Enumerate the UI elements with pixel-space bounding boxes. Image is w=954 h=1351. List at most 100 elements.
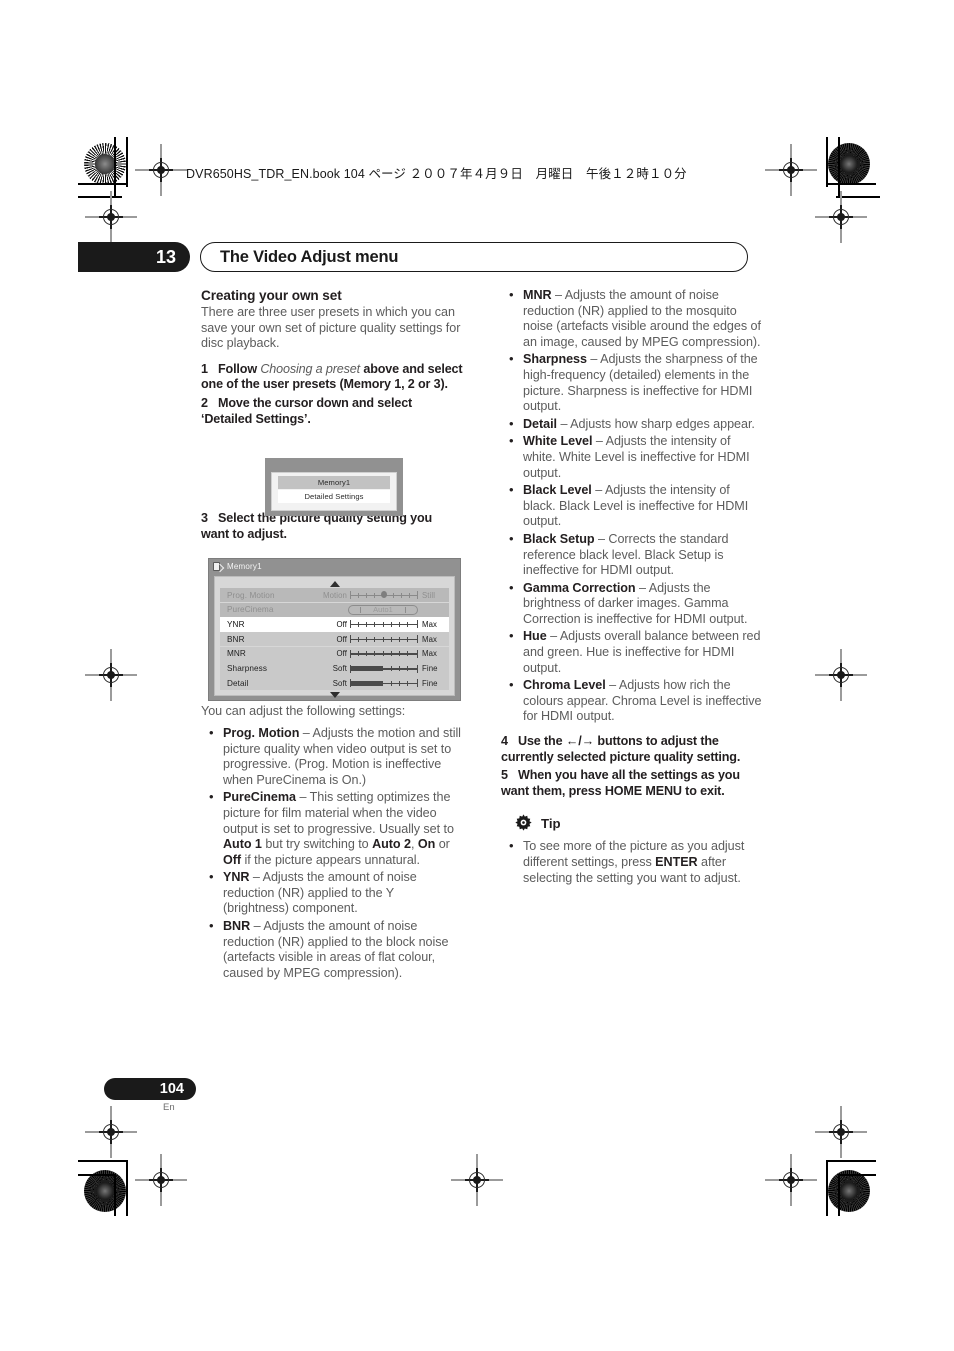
crop-mark-br-h: [826, 1160, 876, 1162]
setting-label: Sharpness: [227, 664, 268, 674]
setting-row-sharpness[interactable]: Sharpness Soft Fine: [220, 661, 449, 676]
setting-row-detail[interactable]: Detail Soft Fine: [220, 676, 449, 691]
setting-row-ynr[interactable]: YNR Off Max: [220, 617, 449, 632]
bullet-bold-auto1: Auto 1: [223, 837, 262, 852]
setting-low-label: Soft: [332, 664, 347, 674]
setting-slider[interactable]: [350, 664, 418, 674]
crop-mark-tr-h: [826, 183, 876, 185]
crop-mark-tr2-h: [836, 196, 880, 198]
settings-panel-header: Memory1: [209, 559, 460, 574]
setting-slider[interactable]: [350, 634, 418, 644]
tip-bullet-list: To see more of the picture as you adjust…: [501, 838, 763, 886]
triangle-up-icon[interactable]: [329, 580, 340, 587]
bullet-term: Detail: [523, 416, 557, 431]
step-2-text: Move the cursor down and select ‘Detaile…: [201, 395, 413, 426]
step-1-number: 1: [201, 361, 208, 376]
crop-mark-br-v: [826, 1160, 828, 1216]
tip-bullet: To see more of the picture as you adjust…: [501, 838, 763, 886]
scroll-down-row[interactable]: [220, 691, 449, 700]
bullet-bold-auto2: Auto 2: [372, 837, 411, 852]
bullet-text: Adjusts how sharp edges appear.: [570, 416, 755, 431]
figure-settings-screenshot: Memory1 Prog. Motion Motion Still PureCi…: [208, 558, 461, 701]
bullet-bold-off: Off: [223, 852, 242, 867]
crosshair-bottom-center: [451, 1154, 503, 1206]
setting-slider[interactable]: [350, 649, 418, 659]
settings-panel-body: Prog. Motion Motion Still PureCinema Aut…: [214, 576, 455, 699]
chapter-number: 13: [155, 247, 176, 267]
setting-slider[interactable]: [350, 590, 418, 600]
left-bullet-list: Prog. Motion – Adjusts the motion and st…: [201, 725, 463, 982]
page-title: The Video Adjust menu: [220, 247, 399, 266]
bullet-dash: –: [546, 629, 560, 644]
crop-mark-tl-v: [126, 137, 128, 187]
bullet-term: Prog. Motion: [223, 725, 300, 740]
setting-label: YNR: [227, 619, 245, 629]
setting-row-bnr[interactable]: BNR Off Max: [220, 632, 449, 647]
bullet-term: Sharpness: [523, 352, 587, 367]
bullet-dash: –: [605, 678, 619, 693]
bullet-term: Black Level: [523, 483, 592, 498]
scroll-up-row[interactable]: [220, 579, 449, 588]
bullet-chroma-level: Chroma Level – Adjusts how rich the colo…: [501, 677, 763, 725]
right-bullet-list: MNR – Adjusts the amount of noise reduct…: [501, 287, 763, 725]
bullet-mnr: MNR – Adjusts the amount of noise reduct…: [501, 287, 763, 350]
bullet-term: Black Setup: [523, 531, 595, 546]
setting-label: BNR: [227, 634, 245, 644]
bullet-dash: –: [594, 531, 609, 546]
setting-label: Detail: [227, 678, 249, 688]
step-2-number: 2: [201, 395, 208, 410]
preset-row-detailed-settings[interactable]: Detailed Settings: [278, 490, 390, 503]
bullet-hue: Hue – Adjusts overall balance between re…: [501, 628, 763, 676]
disc-icon: [213, 561, 225, 573]
setting-label: Prog. Motion: [227, 590, 275, 600]
setting-row-purecinema[interactable]: PureCinema Auto1: [220, 602, 449, 617]
arrow-buttons-glyph: ←/→: [565, 734, 595, 749]
crop-mark-tl-h: [78, 183, 128, 185]
bullet-sharpness: Sharpness – Adjusts the sharpness of the…: [501, 351, 763, 414]
bullet-black-setup: Black Setup – Corrects the standard refe…: [501, 531, 763, 579]
tip-header: Tip: [513, 813, 763, 834]
bullet-dash: –: [250, 919, 264, 934]
step-4: 4 Use the ←/→ buttons to adjust the curre…: [501, 734, 763, 765]
crop-mark-bl2-v: [114, 1174, 116, 1216]
settings-panel-title: Memory1: [227, 562, 262, 571]
setting-row-prog-motion[interactable]: Prog. Motion Motion Still: [220, 588, 449, 603]
crosshair-bottom-right: [765, 1154, 817, 1206]
setting-high-label: Max: [422, 649, 438, 659]
bullet-term: Hue: [523, 629, 547, 644]
bullet-term: Chroma Level: [523, 678, 606, 693]
preset-row-memory1[interactable]: Memory1: [278, 476, 390, 489]
setting-high-label: Max: [422, 619, 438, 629]
right-column: MNR – Adjusts the amount of noise reduct…: [501, 287, 763, 888]
bullet-mid-c: or: [435, 837, 450, 852]
section-heading: Creating your own set: [201, 288, 342, 303]
setting-slider[interactable]: [350, 678, 418, 688]
chapter-number-tab: 13: [78, 242, 190, 272]
bullet-dash: –: [635, 580, 649, 595]
triangle-down-icon[interactable]: [329, 692, 340, 699]
figure-preset-inner: Memory1 Detailed Settings: [271, 472, 397, 511]
bullet-term: YNR: [223, 870, 250, 885]
bullet-dash: –: [299, 725, 313, 740]
setting-slider[interactable]: [350, 619, 418, 629]
registration-target-top-left: [84, 143, 126, 185]
book-header-line: DVR650HS_TDR_EN.book 104 ページ ２００７年４月９日 月…: [186, 167, 687, 181]
bullet-purecinema: PureCinema – This setting optimizes the …: [201, 789, 463, 868]
setting-high-label: Max: [422, 634, 438, 644]
figure-preset-screenshot: Memory1 Detailed Settings: [265, 458, 403, 516]
crop-mark-tr2-v: [838, 137, 840, 197]
page-language: En: [163, 1102, 175, 1113]
registration-target-bottom-left: [84, 1170, 126, 1212]
setting-option-pill[interactable]: Auto1: [348, 605, 418, 615]
page-number: 104: [159, 1081, 184, 1097]
setting-low-label: Off: [336, 619, 347, 629]
page-number-tab: 104: [104, 1078, 196, 1100]
crosshair-right-lower: [815, 1106, 867, 1158]
crosshair-left-lower: [85, 1106, 137, 1158]
bullet-dash: –: [249, 870, 263, 885]
step-1-italic: Choosing a preset: [260, 361, 360, 376]
bullet-mid-b: ,: [410, 837, 418, 852]
setting-low-label: Soft: [332, 678, 347, 688]
crosshair-left-middle: [85, 649, 137, 701]
setting-row-mnr[interactable]: MNR Off Max: [220, 646, 449, 661]
